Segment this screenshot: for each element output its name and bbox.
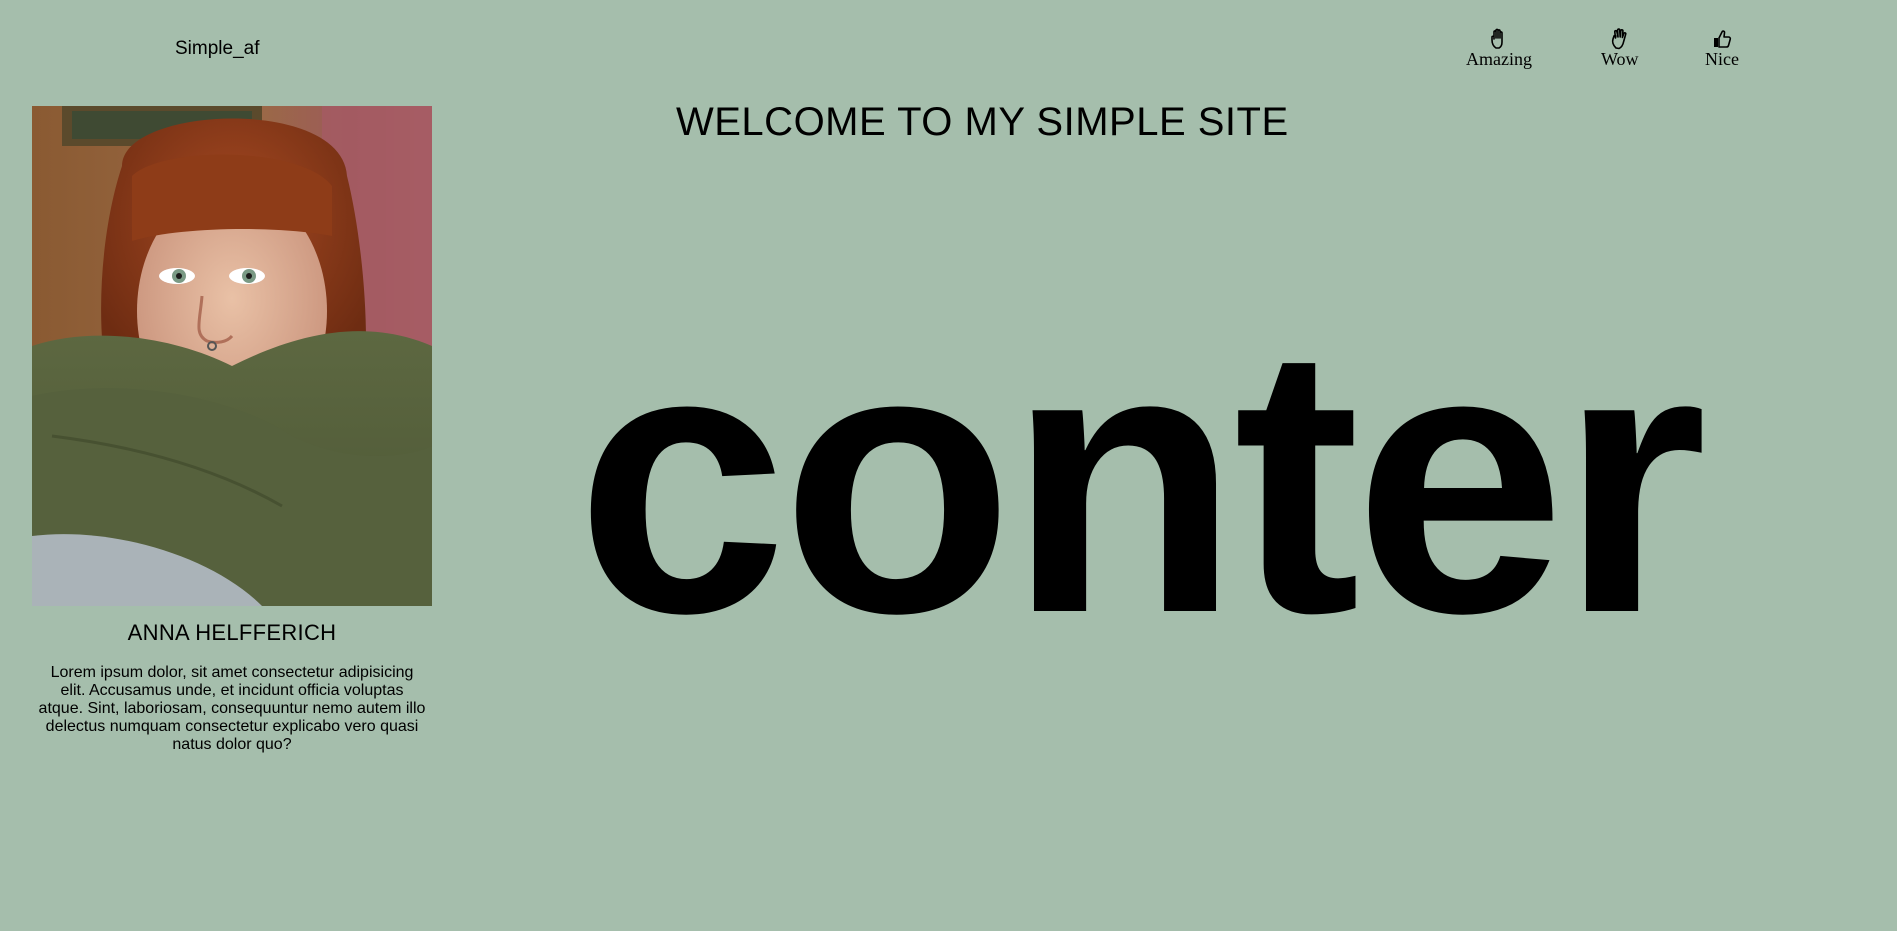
page: Simple_af Amazing Wow Nice ANNA HELFFERI… <box>0 0 1897 931</box>
hero-word: conter <box>576 267 1707 692</box>
thumbs-up-icon <box>1713 30 1732 48</box>
profile-card: ANNA HELFFERICH Lorem ipsum dolor, sit a… <box>32 106 432 754</box>
nav-label-amazing: Amazing <box>1466 49 1532 69</box>
hand-wave-icon <box>1611 28 1627 50</box>
profile-photo <box>32 106 432 606</box>
hand-icon <box>1491 28 1503 49</box>
nav-label-wow: Wow <box>1601 49 1639 69</box>
nav-item-wow[interactable]: Wow <box>1601 28 1639 68</box>
welcome-heading: WELCOME TO MY SIMPLE SITE <box>676 100 1289 144</box>
profile-bio: Lorem ipsum dolor, sit amet consectetur … <box>38 664 426 753</box>
top-nav: Amazing Wow Nice <box>0 28 1897 78</box>
nav-item-nice[interactable]: Nice <box>1705 28 1739 68</box>
profile-name: ANNA HELFFERICH <box>127 620 337 645</box>
nav-label-nice: Nice <box>1705 49 1739 69</box>
nav-item-amazing[interactable]: Amazing <box>1466 28 1532 68</box>
